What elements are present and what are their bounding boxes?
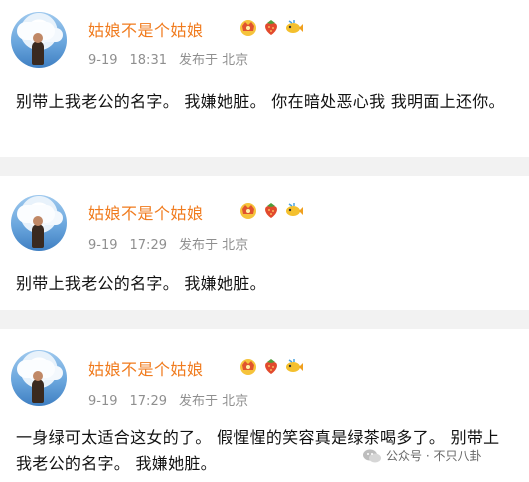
username-link[interactable]: 姑娘不是个姑娘 <box>88 200 204 224</box>
post-content: 别带上我老公的名字。 我嫌她脏。 你在暗处恶心我 我明面上还你。 <box>16 92 505 111</box>
wechat-watermark: 公众号 · 不只八卦 <box>362 447 482 464</box>
post-time: 17:29 <box>129 238 167 253</box>
username-link[interactable]: 姑娘不是个姑娘 <box>88 356 204 380</box>
strawberry-badge-icon <box>265 203 277 218</box>
fish-badge-icon <box>286 20 303 33</box>
watermark-text: 公众号 · 不只八卦 <box>386 449 482 463</box>
username-link[interactable]: 姑娘不是个姑娘 <box>88 17 204 41</box>
user-badges <box>238 356 304 376</box>
post-meta: 9-19 18:31 发布于 北京 <box>88 49 260 68</box>
avatar-person <box>32 216 44 248</box>
post-meta: 9-19 17:29 发布于 北京 <box>88 234 260 253</box>
post-time: 18:31 <box>129 53 167 68</box>
post-location: 发布于 北京 <box>178 238 249 253</box>
wechat-icon <box>363 449 381 462</box>
user-avatar[interactable] <box>11 350 67 406</box>
post-date: 9-19 <box>88 238 118 253</box>
post-content: 别带上我老公的名字。 我嫌她脏。 <box>16 274 266 293</box>
post-location: 发布于 北京 <box>178 394 249 409</box>
crown-badge-icon <box>240 359 256 375</box>
post-date: 9-19 <box>88 53 118 68</box>
avatar-person <box>32 33 44 65</box>
crown-badge-icon <box>240 20 256 36</box>
strawberry-badge-icon <box>265 20 277 35</box>
fish-badge-icon <box>286 359 303 372</box>
avatar-person <box>32 371 44 403</box>
user-avatar[interactable] <box>11 195 67 251</box>
post-location: 发布于 北京 <box>178 53 249 68</box>
user-badges <box>238 17 304 37</box>
post-date: 9-19 <box>88 394 118 409</box>
user-badges <box>238 200 304 220</box>
crown-badge-icon <box>240 203 256 219</box>
weibo-post-2: 姑娘不是个姑娘 9-19 17:29 发布于 北京 别带上我老公的名字。 我嫌她脏。 <box>0 176 529 310</box>
post-meta: 9-19 17:29 发布于 北京 <box>88 390 260 409</box>
post-time: 17:29 <box>129 394 167 409</box>
user-avatar[interactable] <box>11 12 67 68</box>
weibo-post-1: 姑娘不是个姑娘 9-19 18:31 发布于 北京 别带上我老公的名字。 我嫌她脏。… <box>0 0 529 157</box>
strawberry-badge-icon <box>265 359 277 374</box>
fish-badge-icon <box>286 203 303 216</box>
